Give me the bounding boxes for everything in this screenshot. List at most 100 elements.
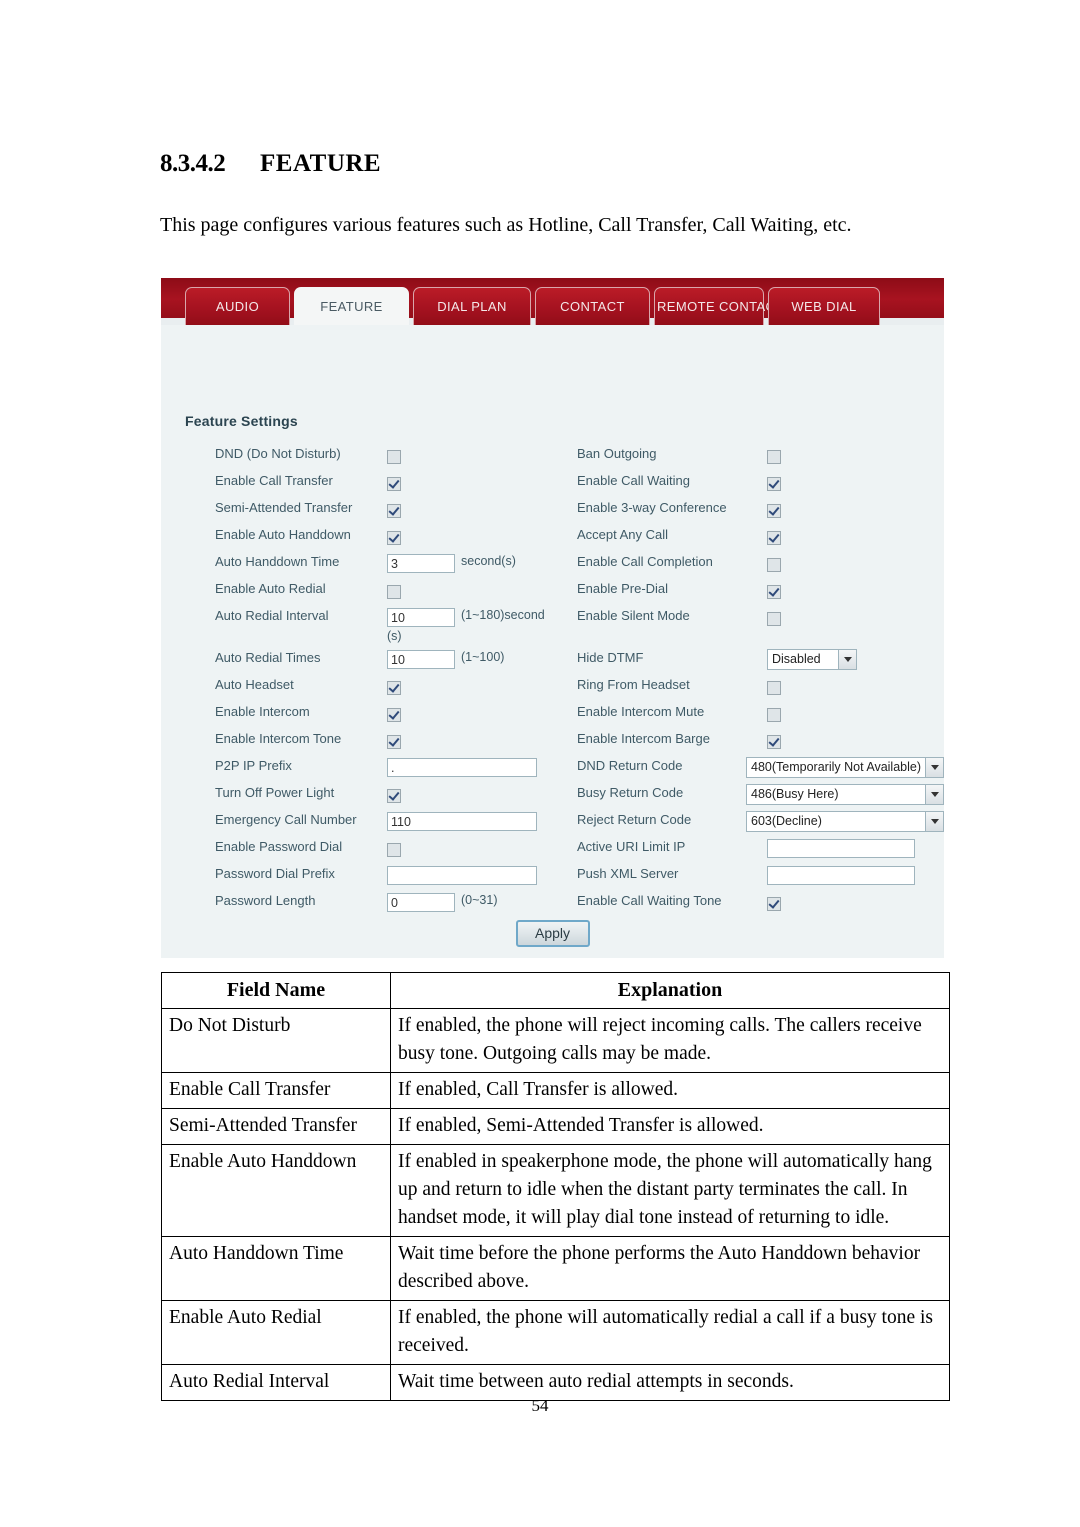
tab-bar: AUDIO FEATURE DIAL PLAN CONTACT REMOTE CONTA… (161, 278, 944, 325)
form-field-reject-return-code: Reject Return Code 603(Decline) (553, 806, 944, 833)
checkbox-enable-3-way-conference[interactable] (767, 503, 781, 518)
checkbox-enable-intercom-tone[interactable] (387, 734, 401, 749)
cell-field-name: Enable Auto Handdown (161, 1144, 391, 1237)
cell-explanation: If enabled, Call Transfer is allowed. (390, 1072, 950, 1109)
form-row: Semi-Attended Transfer Enable 3-way Confe… (161, 494, 944, 521)
checkbox-enable-call-waiting[interactable] (767, 476, 781, 491)
form-field-enable-password-dial: Enable Password Dial (161, 833, 553, 860)
field-control (387, 725, 553, 752)
input-emergency-call-number[interactable]: 110 (387, 812, 537, 832)
field-label: Enable Auto Handdown (215, 527, 351, 542)
field-label: Enable Password Dial (215, 839, 343, 854)
tab-web-dial[interactable]: WEB DIAL (768, 287, 880, 325)
field-control: 480(Temporarily Not Available) (746, 752, 944, 779)
field-label: Busy Return Code (577, 785, 684, 800)
field-control (767, 833, 944, 860)
checkbox-enable-call-transfer[interactable] (387, 476, 401, 491)
form-field-enable-intercom: Enable Intercom (161, 698, 553, 725)
form-field-enable-intercom-barge: Enable Intercom Barge (553, 725, 944, 752)
field-control: 486(Busy Here) (746, 779, 944, 806)
form-field-auto-handdown-time: Auto Handdown Time 3 second(s) (161, 548, 553, 575)
table-header-row: Field Name Explanation (161, 972, 950, 1009)
field-label: Enable Intercom Barge (577, 731, 710, 746)
field-control: 10 (1~180)second (s) (387, 602, 553, 644)
field-label: Password Length (215, 893, 316, 908)
checkbox-enable-pre-dial[interactable] (767, 584, 781, 599)
field-control (387, 521, 553, 548)
tab-dial-plan[interactable]: DIAL PLAN (413, 287, 531, 325)
form-field-active-uri-limit-ip: Active URI Limit IP (553, 833, 944, 860)
select-busy-return-code[interactable]: 486(Busy Here) (746, 783, 944, 805)
form-field-accept-any-call: Accept Any Call (553, 521, 944, 548)
checkbox-accept-any-call[interactable] (767, 530, 781, 545)
cell-explanation: If enabled, the phone will automatically… (390, 1300, 950, 1365)
explanation-table: Field Name Explanation Do Not Disturb If … (161, 972, 950, 1401)
form-field-enable-call-transfer: Enable Call Transfer (161, 467, 553, 494)
field-control (387, 671, 553, 698)
field-control (767, 467, 944, 494)
checkbox-enable-intercom-mute[interactable] (767, 707, 781, 722)
cell-explanation: If enabled, Semi-Attended Transfer is al… (390, 1108, 950, 1145)
input-active-uri-limit-ip[interactable] (767, 839, 915, 859)
field-control (767, 575, 944, 602)
field-hint-continued: (s) (387, 629, 402, 643)
checkbox-semi-attended-transfer[interactable] (387, 503, 401, 518)
input-password-dial-prefix[interactable] (387, 866, 537, 886)
tab-feature[interactable]: FEATURE (294, 287, 409, 325)
checkbox-enable-intercom-barge[interactable] (767, 734, 781, 749)
tab-audio[interactable]: AUDIO (185, 287, 290, 325)
select-dnd-return-code[interactable]: 480(Temporarily Not Available) (746, 756, 944, 778)
input-auto-redial-times[interactable]: 10 (387, 650, 455, 670)
input-push-xml-server[interactable] (767, 866, 915, 886)
checkbox-enable-call-completion[interactable] (767, 557, 781, 572)
field-label: Password Dial Prefix (215, 866, 335, 881)
intro-paragraph: This page configures various features su… (160, 214, 852, 236)
checkbox-enable-auto-handdown[interactable] (387, 530, 401, 545)
table-row: Enable Auto Handdown If enabled in speake… (161, 1144, 950, 1237)
checkbox-dnd-do-not-disturb[interactable] (387, 449, 401, 464)
input-auto-handdown-time[interactable]: 3 (387, 554, 455, 574)
form-field-push-xml-server: Push XML Server (553, 860, 944, 887)
field-control: 110 (387, 806, 553, 833)
field-label: Ring From Headset (577, 677, 690, 692)
select-value: 603(Decline) (751, 813, 822, 828)
form-row: Emergency Call Number 110 Reject Return Co… (161, 806, 944, 833)
input-password-length[interactable]: 0 (387, 893, 455, 913)
tab-contact[interactable]: CONTACT (535, 287, 650, 325)
cell-field-name: Enable Auto Redial (161, 1300, 391, 1365)
input-p2p-ip-prefix[interactable]: . (387, 758, 537, 778)
form-field-enable-silent-mode: Enable Silent Mode (553, 602, 944, 629)
form-field-turn-off-power-light: Turn Off Power Light (161, 779, 553, 806)
tab-remote-contact[interactable]: REMOTE CONTACT (654, 287, 783, 325)
select-hide-dtmf[interactable]: Disabled (767, 648, 857, 670)
checkbox-enable-password-dial[interactable] (387, 842, 401, 857)
page-heading: 8.3.4.2 FEATURE (160, 150, 960, 178)
chevron-down-icon[interactable] (925, 757, 943, 777)
table-row: Do Not Disturb If enabled, the phone will… (161, 1008, 950, 1073)
form-field-semi-attended-transfer: Semi-Attended Transfer (161, 494, 553, 521)
field-hint: (0~31) (461, 893, 498, 908)
form-row: Turn Off Power Light Busy Return Code 486(… (161, 779, 944, 806)
form-row: Enable Intercom Tone Enable Intercom Barg… (161, 725, 944, 752)
field-control (387, 860, 553, 887)
checkbox-enable-auto-redial[interactable] (387, 584, 401, 599)
checkbox-enable-call-waiting-tone[interactable] (767, 896, 781, 911)
cell-field-name: Semi-Attended Transfer (161, 1108, 391, 1145)
input-auto-redial-interval[interactable]: 10 (387, 608, 455, 628)
checkbox-enable-silent-mode[interactable] (767, 611, 781, 626)
feature-settings-heading: Feature Settings (185, 413, 298, 429)
field-label: Enable Intercom Mute (577, 704, 705, 719)
checkbox-auto-headset[interactable] (387, 680, 401, 695)
checkbox-ban-outgoing[interactable] (767, 449, 781, 464)
field-control (387, 698, 553, 725)
cell-field-name: Auto Handdown Time (161, 1236, 391, 1301)
chevron-down-icon[interactable] (925, 811, 943, 831)
checkbox-enable-intercom[interactable] (387, 707, 401, 722)
chevron-down-icon[interactable] (925, 784, 943, 804)
chevron-down-icon[interactable] (838, 649, 856, 669)
select-reject-return-code[interactable]: 603(Decline) (746, 810, 944, 832)
checkbox-turn-off-power-light[interactable] (387, 788, 401, 803)
field-label: Ban Outgoing (577, 446, 657, 461)
apply-button[interactable]: Apply (515, 920, 590, 947)
checkbox-ring-from-headset[interactable] (767, 680, 781, 695)
